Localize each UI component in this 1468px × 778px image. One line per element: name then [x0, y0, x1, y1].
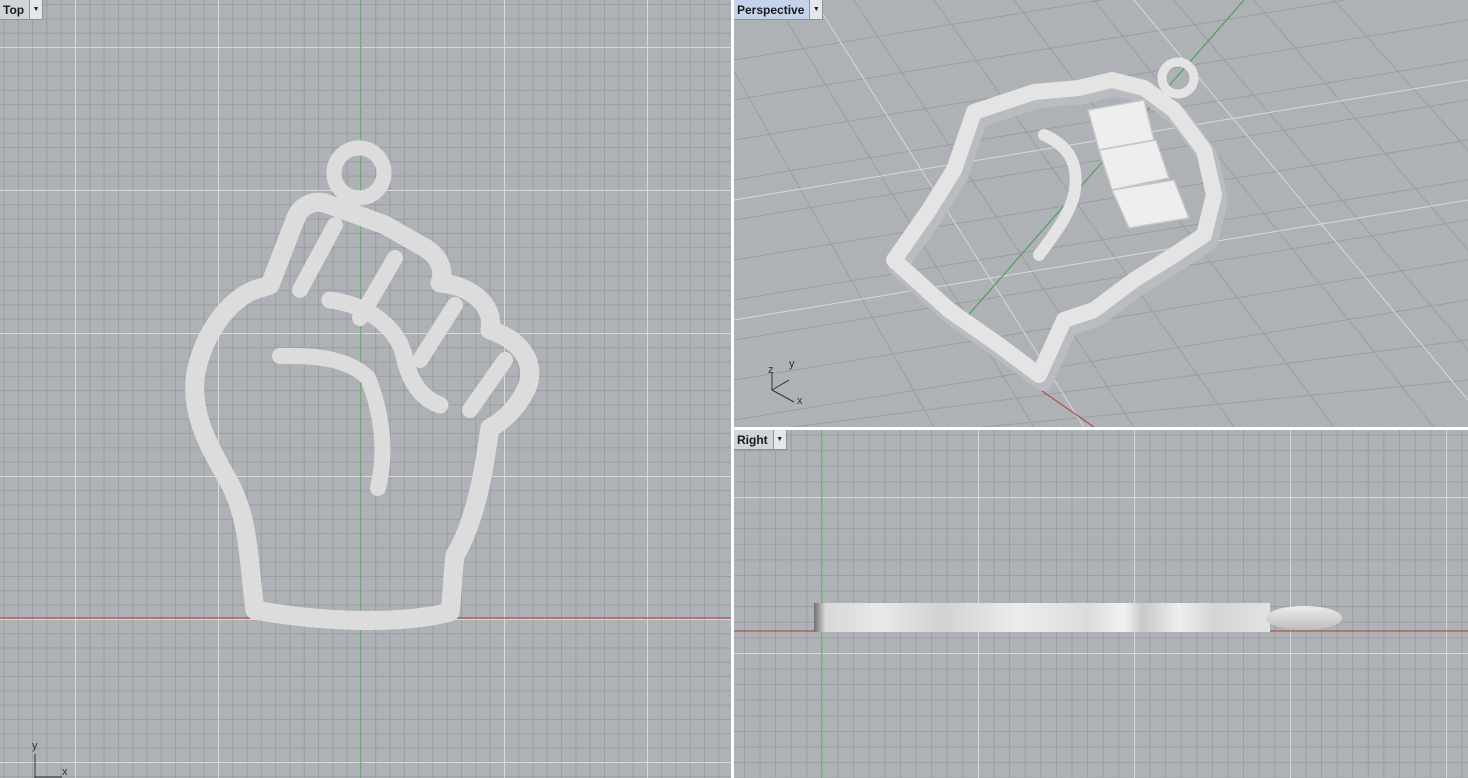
- perspective-grid-minor: [734, 0, 1468, 427]
- finger-line-3: [412, 297, 463, 368]
- finger-line-1: [292, 217, 343, 298]
- fist-pendant-side-profile[interactable]: [814, 603, 1342, 632]
- right-viewport-canvas: [734, 430, 1468, 778]
- triangle-down-icon[interactable]: ▼: [29, 0, 43, 19]
- keyring-loop: [326, 140, 392, 206]
- viewport-label-perspective[interactable]: Perspective ▼: [734, 0, 824, 20]
- viewport-right[interactable]: Right ▼: [734, 430, 1468, 778]
- top-viewport-canvas: [0, 0, 731, 778]
- triangle-down-icon[interactable]: ▼: [809, 0, 823, 19]
- axis-indicator-y: y: [32, 740, 38, 752]
- keyring-loop: [1157, 57, 1199, 99]
- triangle-down-icon[interactable]: ▼: [772, 430, 786, 449]
- viewport-title: Top: [3, 3, 25, 17]
- fist-pendant-model-3d[interactable]: [886, 57, 1228, 391]
- fist-pendant-model[interactable]: [185, 140, 540, 630]
- perspective-grid-major: [734, 0, 1468, 427]
- thumb-line: [1033, 129, 1082, 261]
- viewport-top[interactable]: Top ▼ y x: [0, 0, 731, 778]
- viewport-title: Perspective: [737, 3, 805, 17]
- finger-line-4: [462, 352, 513, 418]
- viewport-title: Right: [737, 433, 768, 447]
- hand-outline: [185, 192, 540, 630]
- thumb-line: [272, 347, 376, 386]
- axis-indicator-y: y: [789, 358, 795, 370]
- axis-indicator-x: x: [62, 766, 68, 778]
- viewport-perspective[interactable]: Perspective ▼ z y x: [734, 0, 1468, 427]
- keyring-loop-side: [1266, 606, 1342, 630]
- axis-indicator-x: x: [797, 395, 803, 407]
- viewport-label-right[interactable]: Right ▼: [734, 430, 787, 450]
- axis-indicator-z: z: [768, 364, 774, 376]
- perspective-viewport-canvas: [734, 0, 1468, 427]
- palm-crease: [360, 370, 391, 496]
- viewport-label-top[interactable]: Top ▼: [0, 0, 44, 20]
